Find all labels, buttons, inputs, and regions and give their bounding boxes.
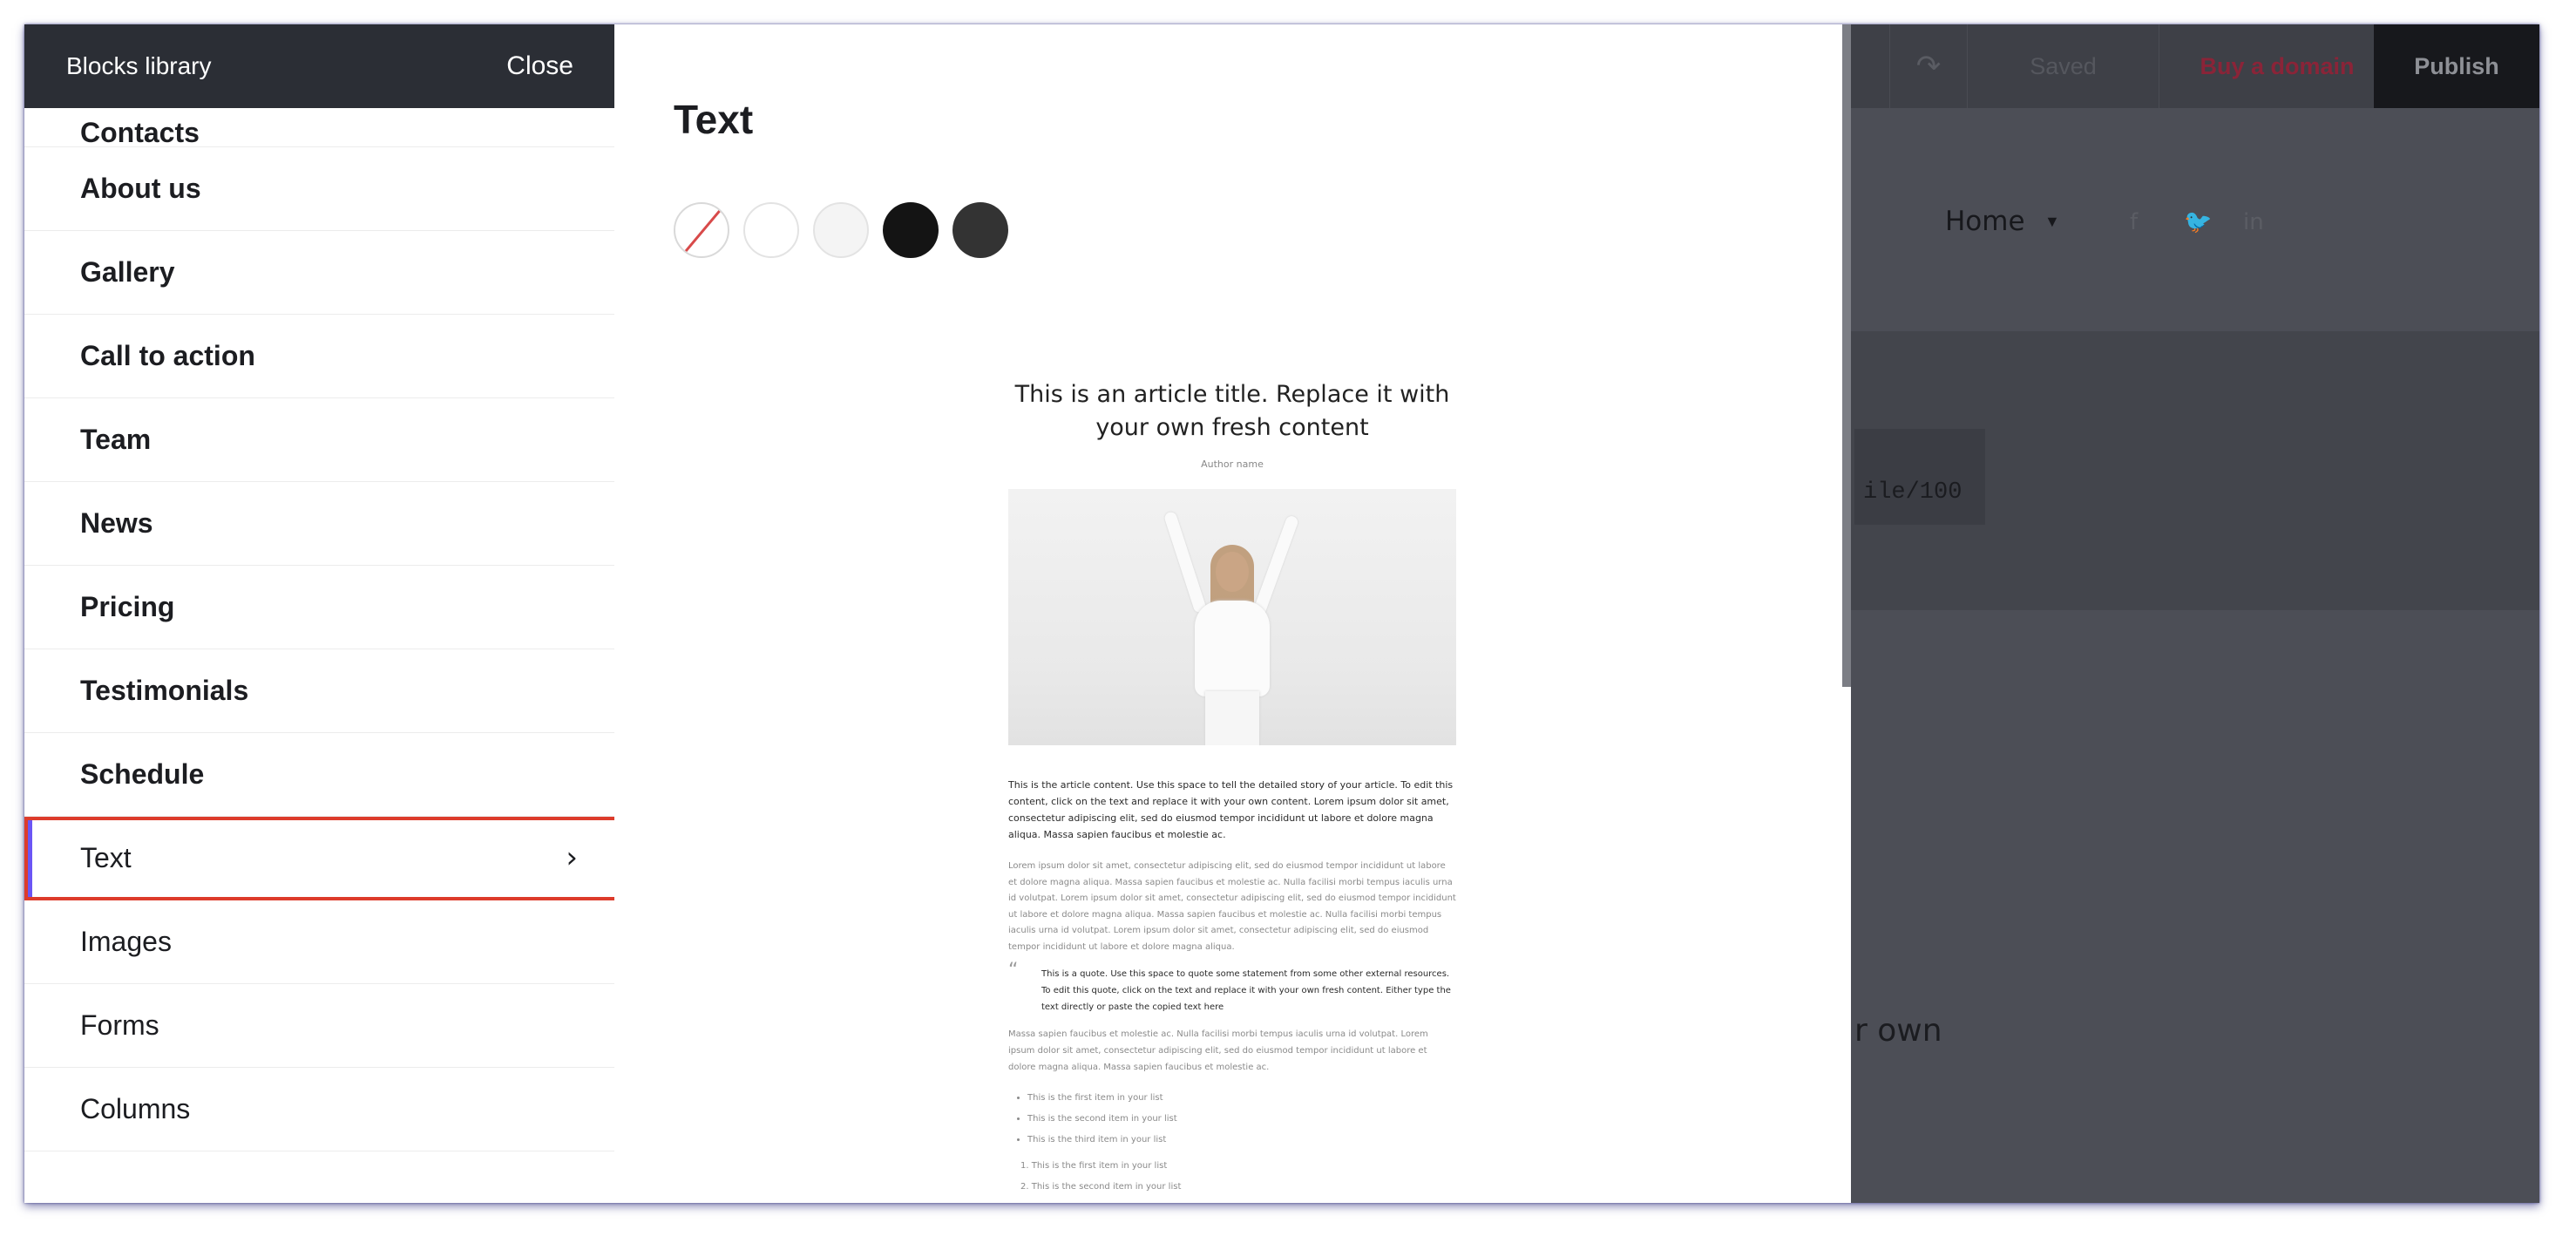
saved-status: Saved — [1968, 24, 2159, 108]
category-testimonials[interactable]: Testimonials — [24, 649, 614, 733]
category-columns[interactable]: Columns — [24, 1068, 614, 1151]
category-call-to-action[interactable]: Call to action — [24, 315, 614, 398]
photo-figure — [1216, 552, 1249, 592]
article-body: Lorem ipsum dolor sit amet, consectetur … — [1008, 861, 1456, 952]
swatch-dark-gray[interactable] — [952, 202, 1008, 258]
selection-indicator — [28, 820, 32, 897]
text-block-template[interactable]: This is an article title. Replace it wit… — [1008, 378, 1456, 1198]
list-item: This is the first item in your list — [1027, 1088, 1456, 1109]
swatch-light-gray[interactable] — [813, 202, 869, 258]
quote-icon: “ — [1008, 960, 1019, 981]
category-schedule[interactable]: Schedule — [24, 733, 614, 817]
close-button[interactable]: Close — [506, 51, 573, 81]
list-item: This is the first item in your list — [1020, 1156, 1456, 1177]
category-images[interactable]: Images — [24, 900, 614, 984]
photo-figure — [1205, 691, 1259, 745]
category-contacts[interactable]: Contacts — [24, 108, 614, 148]
twitter-icon[interactable]: 🐦 — [2184, 209, 2212, 235]
category-text-label: Text — [80, 842, 132, 873]
article-quote-text: This is a quote. Use this space to quote… — [1041, 969, 1451, 1012]
page-text-fragment: r own — [1854, 1013, 1942, 1049]
chevron-right-icon: › — [566, 840, 578, 875]
library-title: Blocks library — [66, 52, 212, 79]
preview-title: Text — [674, 97, 754, 142]
article-numbered-list: This is the first item in your list This… — [1008, 1156, 1456, 1198]
list-item: This is the third item in your list — [1027, 1130, 1456, 1151]
category-forms[interactable]: Forms — [24, 984, 614, 1068]
photo-figure — [1251, 514, 1300, 617]
category-text[interactable]: Text › — [24, 817, 614, 900]
article-bullet-list: This is the first item in your list This… — [1008, 1088, 1456, 1151]
list-item: This is the second item in your list — [1020, 1177, 1456, 1198]
swatch-white[interactable] — [743, 202, 799, 258]
code-block — [1854, 429, 1985, 525]
chevron-down-icon: ▼ — [2044, 213, 2060, 230]
photo-figure — [1163, 510, 1208, 615]
category-pricing[interactable]: Pricing — [24, 566, 614, 649]
list-item: This is the second item in your list — [1027, 1109, 1456, 1130]
buy-domain-button[interactable]: Buy a domain — [2159, 24, 2395, 108]
redo-icon[interactable]: ↷ — [1889, 24, 1968, 108]
publish-button[interactable]: Publish — [2374, 24, 2539, 108]
background-color-swatches — [674, 202, 1008, 258]
category-gallery[interactable]: Gallery — [24, 231, 614, 315]
article-author: Author name — [1201, 458, 1264, 470]
swatch-black[interactable] — [883, 202, 939, 258]
article-quote: “ This is a quote. Use this space to quo… — [1008, 961, 1456, 1015]
swatch-no-color[interactable] — [674, 202, 729, 258]
article-body-2: Massa sapien faucibus et molestie ac. Nu… — [1008, 1029, 1428, 1072]
app-window: ↷ Saved Buy a domain Publish Home ▼ f 🐦 … — [24, 24, 2539, 1203]
linkedin-icon[interactable]: in — [2243, 209, 2264, 235]
code-snippet: ile/100 — [1863, 479, 1963, 506]
article-title: This is an article title. Replace it wit… — [1014, 381, 1450, 441]
blocks-library-panel: Blocks library Close Contacts About us G… — [24, 24, 614, 1203]
facebook-icon[interactable]: f — [2130, 209, 2138, 235]
article-image — [1008, 489, 1456, 745]
library-category-list: Contacts About us Gallery Call to action… — [24, 108, 614, 1151]
nav-home-link[interactable]: Home — [1945, 206, 2025, 237]
category-news[interactable]: News — [24, 482, 614, 566]
article-lead: This is the article content. Use this sp… — [1008, 779, 1454, 840]
photo-figure — [1195, 601, 1270, 696]
category-about-us[interactable]: About us — [24, 147, 614, 231]
category-team[interactable]: Team — [24, 398, 614, 482]
preview-scrollbar[interactable] — [1842, 24, 1851, 687]
block-preview-panel: Text This is an article title. Replace i… — [614, 24, 1851, 1203]
library-header: Blocks library Close — [24, 24, 614, 108]
